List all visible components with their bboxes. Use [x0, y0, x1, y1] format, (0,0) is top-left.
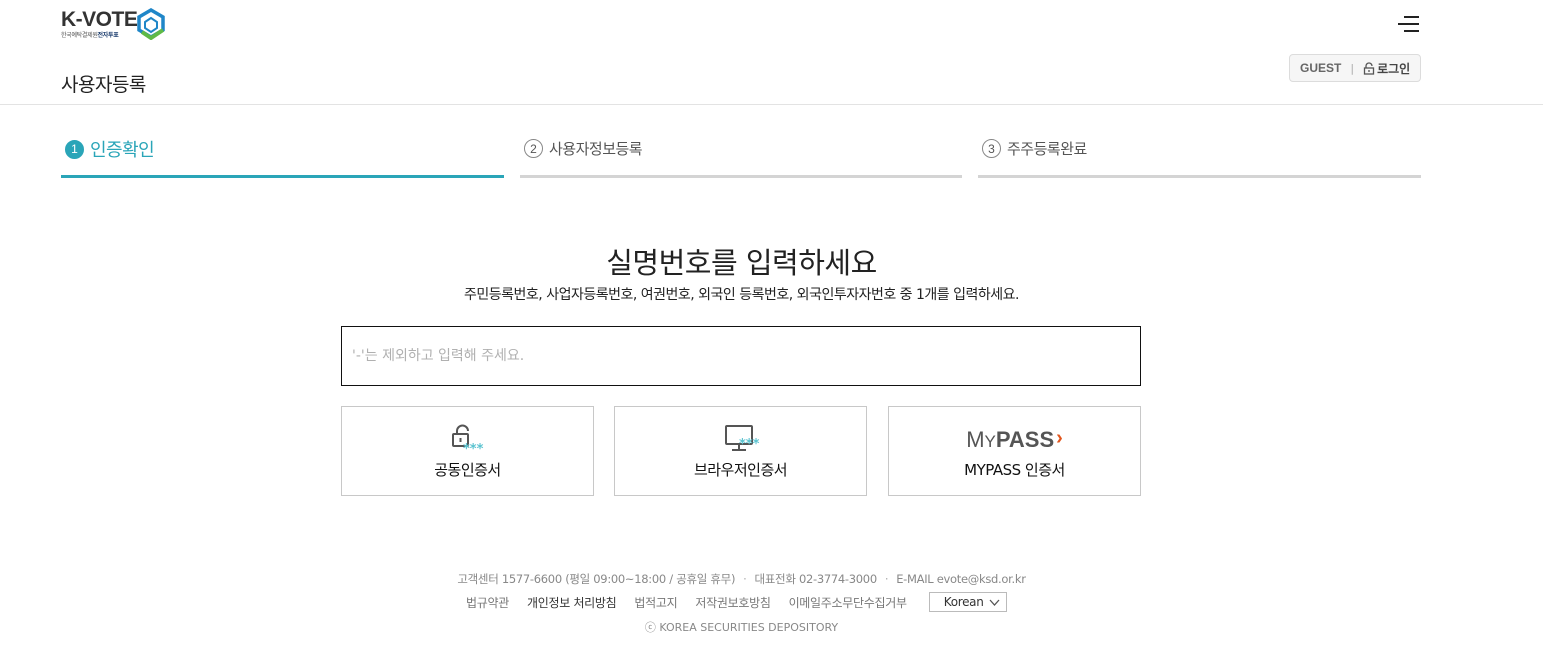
- lock-icon: [1363, 61, 1375, 75]
- user-separator: |: [1350, 61, 1355, 75]
- mypass-certificate-button[interactable]: MYPASS › MYPASS 인증서: [888, 406, 1141, 496]
- step-identity-check: 1 인증확인: [61, 130, 504, 178]
- footer-link-copyright[interactable]: 저작권보호방침: [695, 594, 770, 611]
- svg-text:***: ***: [739, 437, 760, 452]
- lock-icon: ***: [451, 424, 484, 455]
- step-user-info: 2 사용자정보등록: [520, 130, 962, 178]
- footer-link-legal[interactable]: 법적고지: [634, 594, 677, 611]
- page-title: 사용자등록: [61, 74, 146, 96]
- language-value: Korean: [943, 595, 984, 609]
- logo-mark-icon: [137, 8, 165, 40]
- footer-link-privacy[interactable]: 개인정보 처리방침: [527, 594, 617, 611]
- copyright: ⓒ KOREA SECURITIES DEPOSITORY: [644, 621, 839, 634]
- footer-link-email-refusal[interactable]: 이메일주소무단수집거부: [789, 594, 907, 611]
- menu-icon[interactable]: [1396, 14, 1420, 34]
- login-label: 로그인: [1377, 61, 1411, 76]
- browser-certificate-button[interactable]: *** 브라우저인증서: [614, 406, 867, 496]
- main-tel: 대표전화 02-3774-3000: [754, 572, 878, 586]
- footer-link-terms[interactable]: 법규약관: [466, 594, 509, 611]
- customer-center: 고객센터 1577-6600 (평일 09:00~18:00 / 공휴일 휴무): [457, 572, 736, 586]
- step-label: 주주등록완료: [1007, 140, 1087, 158]
- step-complete: 3 주주등록완료: [978, 130, 1421, 178]
- main-subtitle: 주민등록번호, 사업자등록번호, 여권번호, 외국인 등록번호, 외국인투자자번…: [464, 287, 1019, 303]
- kvote-logo[interactable]: K-VOTE 한국예탁결제원전자투표: [61, 8, 171, 42]
- email: E-MAIL evote@ksd.or.kr: [896, 572, 1026, 586]
- step-number: 3: [982, 139, 1001, 158]
- step-label: 인증확인: [90, 140, 155, 161]
- language-select[interactable]: Korean: [928, 592, 1007, 612]
- cert-label: MYPASS 인증서: [964, 461, 1065, 479]
- joint-certificate-button[interactable]: *** 공동인증서: [341, 406, 594, 496]
- login-button[interactable]: 로그인: [1363, 60, 1410, 77]
- step-number: 2: [524, 139, 543, 158]
- cert-label: 브라우저인증서: [693, 461, 788, 479]
- footer-contact: 고객센터 1577-6600 (평일 09:00~18:00 / 공휴일 휴무)…: [457, 572, 1026, 586]
- cert-label: 공동인증서: [434, 461, 501, 479]
- main-title: 실명번호를 입력하세요: [606, 246, 877, 280]
- mypass-logo: MYPASS ›: [966, 427, 1063, 452]
- svg-text:***: ***: [463, 442, 484, 455]
- step-number: 1: [65, 139, 84, 159]
- logo-subtitle: 한국예탁결제원전자투표: [61, 32, 119, 39]
- header: K-VOTE 한국예탁결제원전자투표 사용자등록 GUEST | 로그인: [0, 0, 1543, 105]
- user-box: GUEST | 로그인: [1289, 54, 1421, 82]
- logo-text: K-VOTE: [61, 8, 138, 31]
- step-label: 사용자정보등록: [549, 140, 643, 158]
- user-status: GUEST: [1300, 61, 1342, 75]
- footer-links: 법규약관 개인정보 처리방침 법적고지 저작권보호방침 이메일주소무단수집거부 …: [466, 592, 1007, 612]
- chevron-down-icon: [989, 599, 1000, 606]
- monitor-icon: ***: [724, 425, 760, 452]
- real-name-number-input[interactable]: [341, 326, 1141, 386]
